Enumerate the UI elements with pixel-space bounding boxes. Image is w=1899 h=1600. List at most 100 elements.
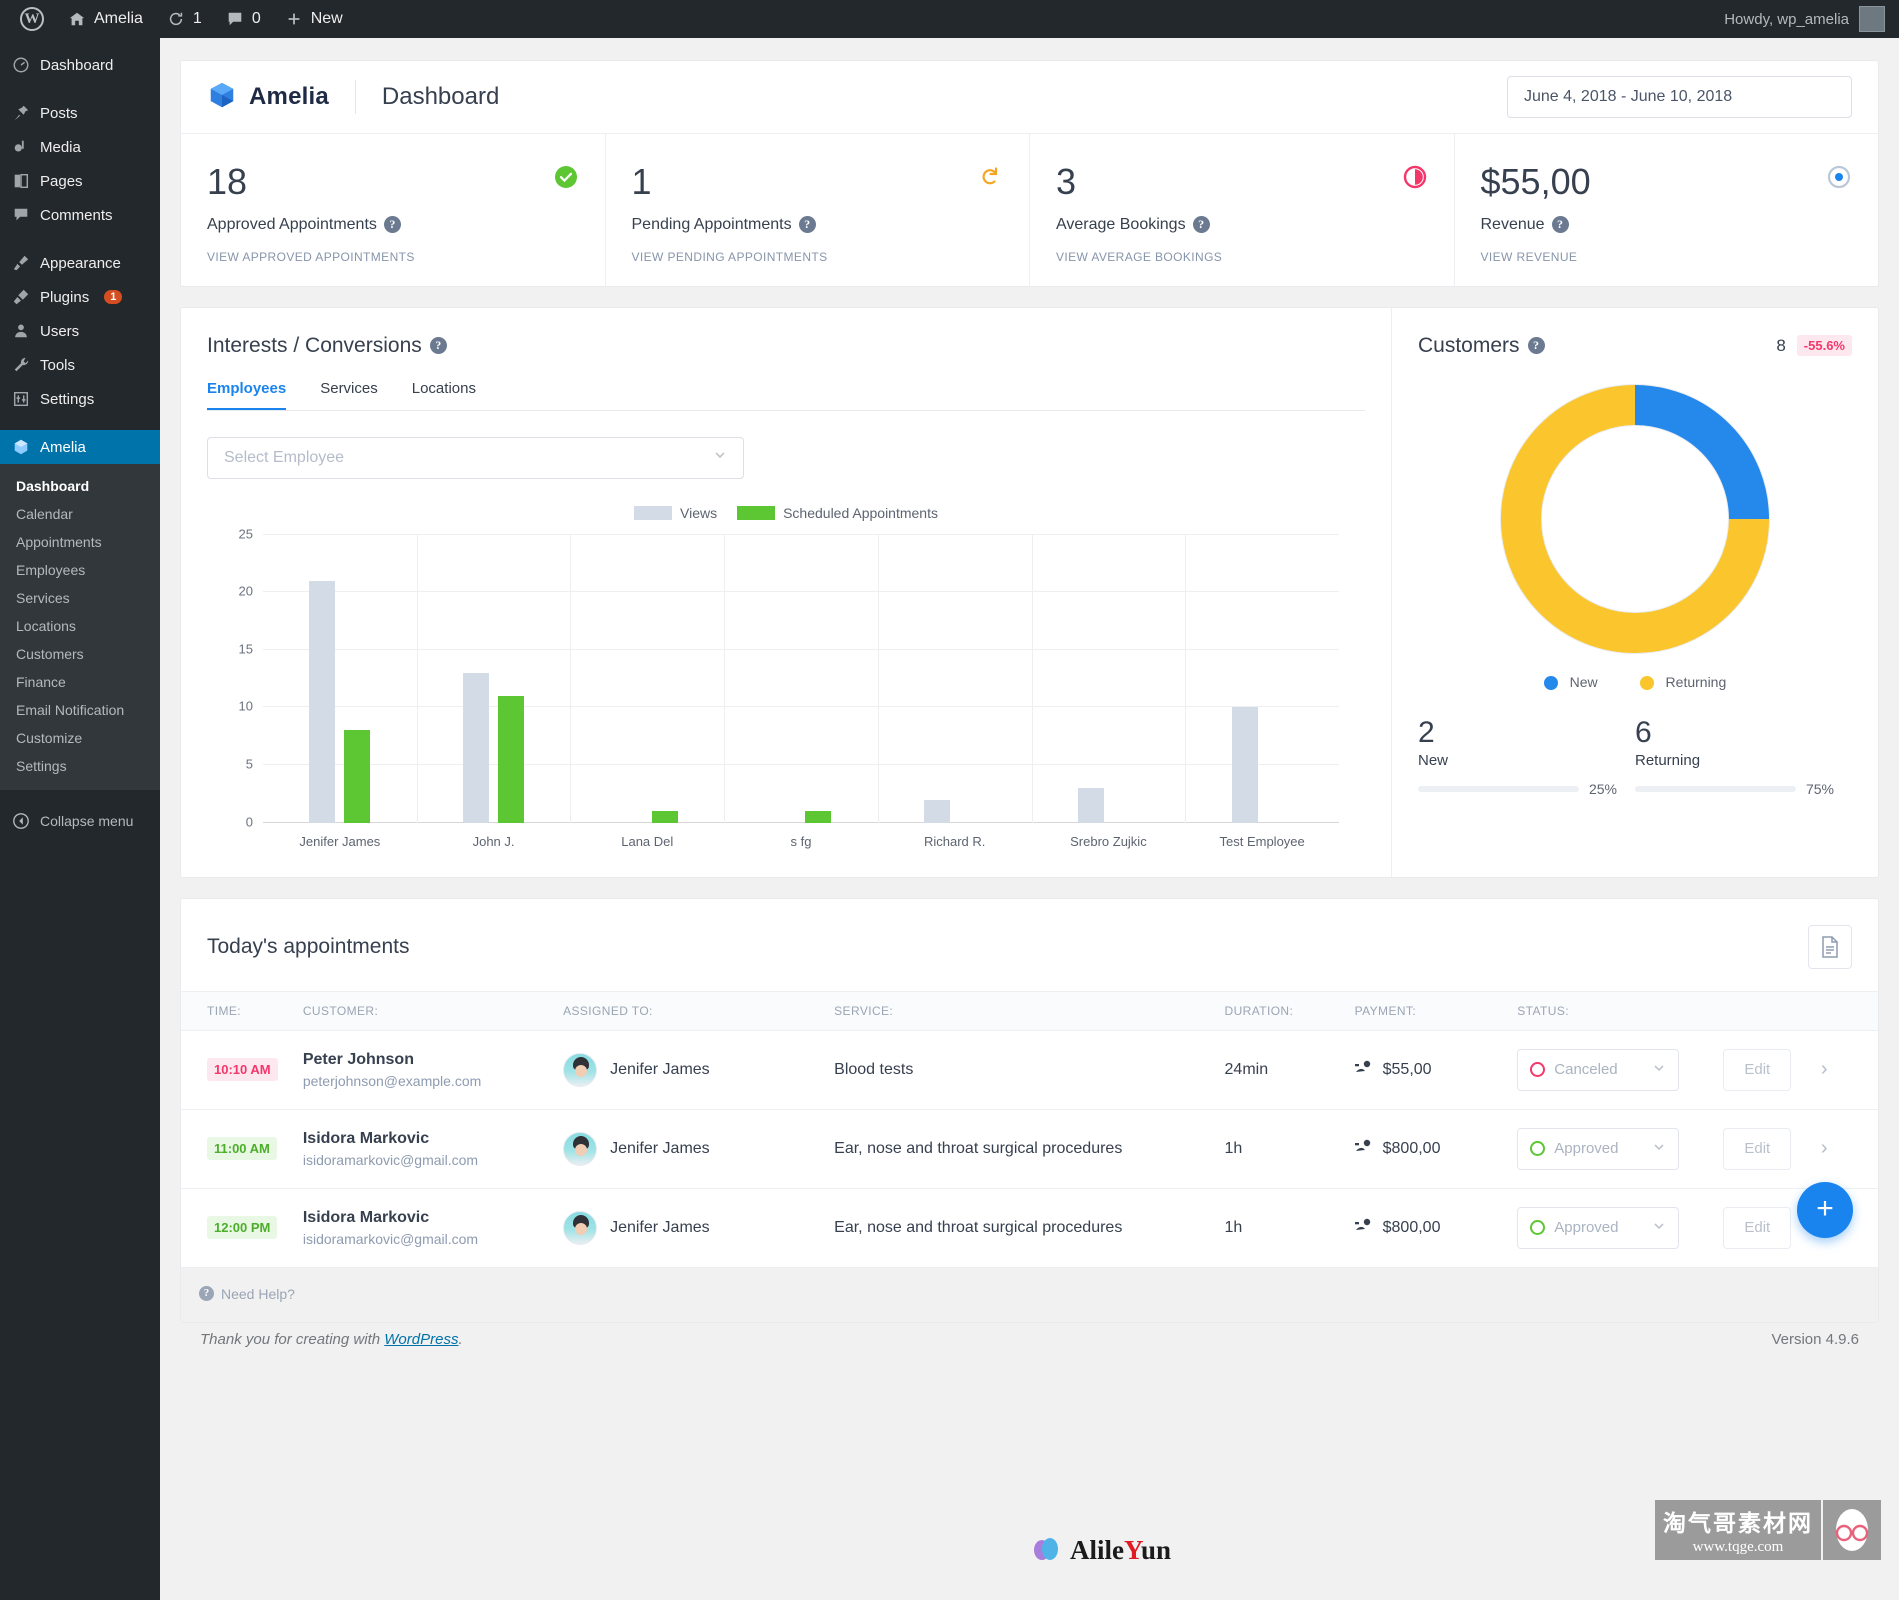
- chart-bar[interactable]: [309, 580, 336, 823]
- sidebar-item-tools[interactable]: Tools: [0, 348, 160, 382]
- chart-bar[interactable]: [651, 811, 678, 823]
- wp-logo-menu[interactable]: W: [8, 0, 56, 38]
- sidebar-label: Amelia: [40, 438, 86, 456]
- y-axis-tick: 0: [245, 814, 253, 830]
- customers-total: 8: [1776, 335, 1786, 355]
- sidebar-item-dashboard[interactable]: Dashboard: [0, 48, 160, 82]
- wp-admin-footer: Thank you for creating with WordPress. V…: [180, 1323, 1879, 1348]
- submenu-item-customers[interactable]: Customers: [0, 640, 160, 668]
- submenu-item-settings[interactable]: Settings: [0, 752, 160, 780]
- edit-button[interactable]: Edit: [1723, 1206, 1792, 1249]
- status-dropdown[interactable]: Canceled: [1517, 1048, 1680, 1091]
- avatar: [1859, 6, 1885, 32]
- help-icon[interactable]: ?: [1527, 337, 1545, 355]
- view-pending-appointments-link[interactable]: VIEW PENDING APPOINTMENTS: [632, 250, 1004, 264]
- cell-edit: Edit: [1715, 1109, 1813, 1189]
- chart-bar[interactable]: [1231, 707, 1258, 823]
- submenu-item-locations[interactable]: Locations: [0, 612, 160, 640]
- sidebar-item-settings[interactable]: Settings: [0, 382, 160, 416]
- view-revenue-link[interactable]: VIEW REVENUE: [1481, 250, 1853, 264]
- chart-bar[interactable]: [805, 811, 832, 823]
- split-label: New: [1418, 751, 1449, 769]
- comments-icon: [226, 10, 244, 28]
- updates-count: 1: [192, 10, 202, 27]
- alileyun-logo-icon: [1032, 1535, 1062, 1566]
- add-appointment-fab[interactable]: +: [1797, 1182, 1853, 1238]
- site-name-menu[interactable]: Amelia: [56, 0, 155, 38]
- split-percent: 25%: [1588, 780, 1617, 797]
- date-range-picker[interactable]: June 4, 2018 - June 10, 2018: [1507, 76, 1852, 118]
- view-approved-appointments-link[interactable]: VIEW APPROVED APPOINTMENTS: [207, 250, 579, 264]
- submenu-item-appointments[interactable]: Appointments: [0, 528, 160, 556]
- appointments-table-body: 10:10 AM Peter Johnson peterjohnson@exampl…: [181, 1030, 1878, 1268]
- wordpress-link[interactable]: WordPress: [384, 1331, 458, 1348]
- status-label: Approved: [1554, 1140, 1619, 1158]
- help-icon[interactable]: ?: [1551, 216, 1569, 234]
- comments-count: 0: [251, 10, 261, 27]
- chevron-right-icon[interactable]: ›: [1821, 1137, 1846, 1159]
- tab-locations[interactable]: Locations: [412, 380, 476, 410]
- collapse-arrow-icon: [12, 812, 30, 830]
- chart-bar[interactable]: [344, 730, 371, 823]
- employee-name: Jenifer James: [610, 1139, 710, 1157]
- collapse-menu-button[interactable]: Collapse menu: [0, 802, 160, 840]
- table-row[interactable]: 11:00 AM Isidora Markovic isidoramarkovic@…: [181, 1109, 1878, 1189]
- appointments-table-head: TIME: CUSTOMER: ASSIGNED TO: SERVICE: DU…: [181, 990, 1878, 1031]
- chart-bar[interactable]: [463, 672, 490, 823]
- help-icon[interactable]: ?: [1192, 216, 1210, 234]
- view-average-bookings-link[interactable]: VIEW AVERAGE BOOKINGS: [1056, 250, 1428, 264]
- submenu-item-calendar[interactable]: Calendar: [0, 500, 160, 528]
- help-icon[interactable]: ?: [798, 216, 816, 234]
- help-icon[interactable]: ?: [429, 337, 447, 355]
- sidebar-item-media[interactable]: Media: [0, 130, 160, 164]
- sidebar-item-plugins[interactable]: Plugins 1: [0, 280, 160, 314]
- sidebar-item-appearance[interactable]: Appearance: [0, 246, 160, 280]
- customers-donut-chart: [1418, 380, 1852, 658]
- brush-icon: [12, 254, 30, 272]
- table-row[interactable]: 12:00 PM Isidora Markovic isidoramarkovic@…: [181, 1188, 1878, 1268]
- sidebar-item-pages[interactable]: Pages: [0, 164, 160, 198]
- payment-amount: $800,00: [1382, 1139, 1441, 1157]
- col-service: SERVICE:: [826, 990, 1217, 1031]
- sidebar-item-users[interactable]: Users: [0, 314, 160, 348]
- edit-button[interactable]: Edit: [1723, 1127, 1792, 1170]
- help-icon[interactable]: ?: [383, 216, 401, 234]
- sidebar-item-comments[interactable]: Comments: [0, 198, 160, 232]
- submenu-item-employees[interactable]: Employees: [0, 556, 160, 584]
- submenu-item-finance[interactable]: Finance: [0, 668, 160, 696]
- my-account-menu[interactable]: Howdy, wp_amelia: [1724, 6, 1899, 32]
- status-dropdown[interactable]: Approved: [1517, 1206, 1680, 1249]
- progress-track: [1418, 785, 1579, 792]
- chart-legend: Views Scheduled Appointments: [207, 505, 1365, 521]
- chart-bar[interactable]: [924, 799, 951, 823]
- tab-employees[interactable]: Employees: [207, 380, 287, 410]
- wp-body: Amelia Dashboard June 4, 2018 - June 10,…: [160, 38, 1899, 1600]
- pie-icon: [1402, 164, 1428, 190]
- submenu-item-dashboard[interactable]: Dashboard: [0, 472, 160, 500]
- cell-customer: Isidora Markovic isidoramarkovic@gmail.co…: [294, 1109, 556, 1189]
- export-file-icon[interactable]: [1808, 924, 1852, 969]
- footer-thanks-suffix: .: [458, 1330, 463, 1348]
- cell-duration: 1h: [1216, 1188, 1347, 1268]
- table-row[interactable]: 10:10 AM Peter Johnson peterjohnson@exampl…: [181, 1030, 1878, 1110]
- edit-button[interactable]: Edit: [1723, 1048, 1792, 1091]
- updates-menu[interactable]: 1: [155, 0, 214, 38]
- chart-bar[interactable]: [498, 695, 525, 823]
- sidebar-item-posts[interactable]: Posts: [0, 96, 160, 130]
- submenu-item-email-notification[interactable]: Email Notification: [0, 696, 160, 724]
- x-axis-tick: Srebro Zujkic: [1070, 833, 1147, 849]
- sidebar-item-amelia[interactable]: Amelia: [0, 430, 160, 464]
- donut-legend-returning: Returning: [1639, 674, 1726, 690]
- submenu-item-services[interactable]: Services: [0, 584, 160, 612]
- chevron-right-icon[interactable]: ›: [1821, 1058, 1846, 1080]
- chart-bar[interactable]: [1077, 788, 1104, 823]
- wm-a: Alile: [1070, 1535, 1124, 1565]
- new-content-menu[interactable]: New: [273, 0, 355, 38]
- submenu-item-customize[interactable]: Customize: [0, 724, 160, 752]
- status-dropdown[interactable]: Approved: [1517, 1127, 1680, 1170]
- select-employee-dropdown[interactable]: Select Employee: [207, 436, 744, 479]
- need-help-link[interactable]: ? Need Help?: [181, 1267, 1878, 1322]
- sidebar-label: Users: [40, 322, 80, 340]
- tab-services[interactable]: Services: [320, 380, 378, 410]
- comments-menu[interactable]: 0: [214, 0, 273, 38]
